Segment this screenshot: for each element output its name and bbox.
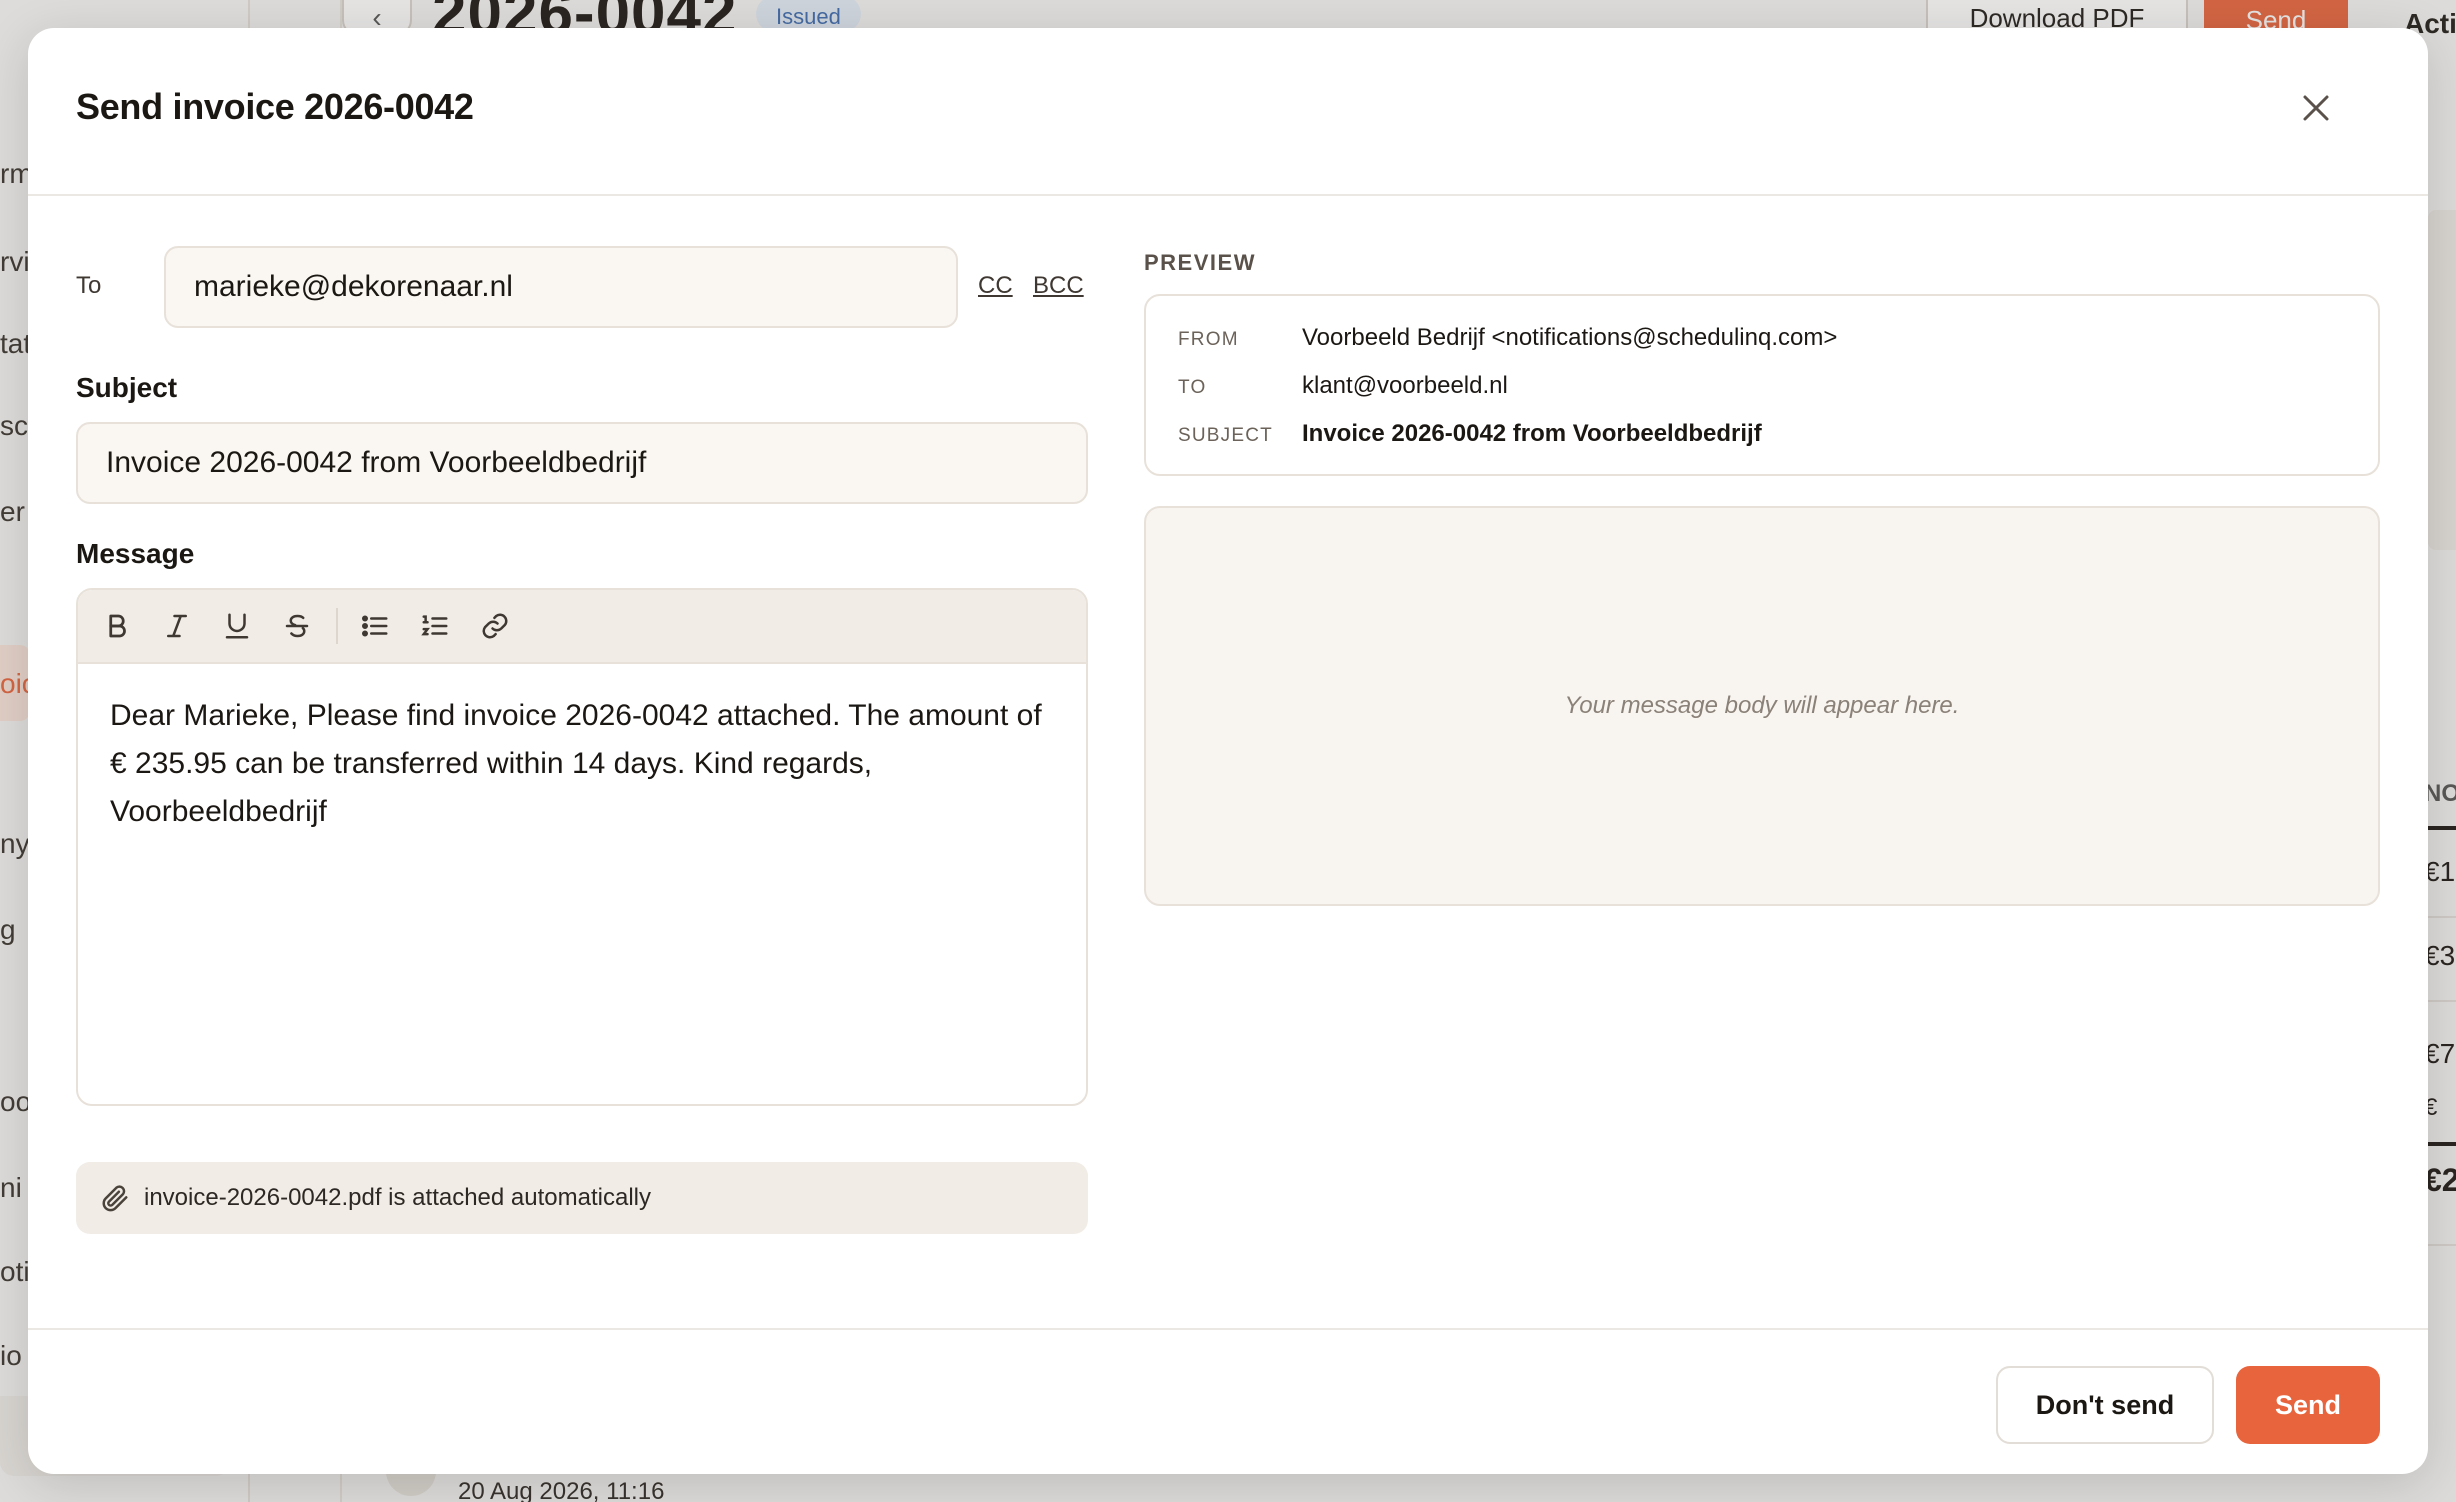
close-icon (2303, 95, 2329, 121)
preview-subject-value: Invoice 2026-0042 from Voorbeeldbedrijf (1302, 420, 1762, 447)
attachment-text: invoice-2026-0042.pdf is attached automa… (144, 1184, 651, 1211)
send-invoice-modal: Send invoice 2026-0042 To CC BCC Subject… (28, 28, 2428, 1474)
close-button[interactable] (2288, 80, 2344, 136)
send-button[interactable]: Send (2236, 1366, 2380, 1444)
dont-send-button[interactable]: Don't send (1996, 1366, 2214, 1444)
bcc-link[interactable]: BCC (1033, 272, 1084, 300)
message-label: Message (76, 538, 195, 569)
preview-to-value: klant@voorbeeld.nl (1302, 372, 1508, 399)
preview-metadata: FROM Voorbeeld Bedrijf <notifications@sc… (1144, 294, 2380, 476)
bullet-list-icon (361, 615, 388, 637)
numbered-list-icon (421, 615, 448, 636)
message-body[interactable]: Dear Marieke, Please find invoice 2026-0… (78, 664, 1086, 1104)
toolbar-divider (336, 608, 338, 644)
editor-toolbar (78, 590, 1086, 664)
to-field[interactable] (164, 246, 958, 328)
bold-icon (109, 614, 126, 638)
preview-placeholder: Your message body will appear here. (1564, 692, 1960, 719)
subject-label: Subject (76, 372, 178, 403)
underline-icon (225, 613, 249, 639)
preview-heading: PREVIEW (1144, 250, 1256, 275)
paperclip-icon (102, 1185, 128, 1212)
italic-button[interactable] (152, 601, 202, 651)
modal-title: Send invoice 2026-0042 (76, 86, 474, 127)
cc-link[interactable]: CC (978, 272, 1013, 300)
bold-button[interactable] (92, 601, 142, 651)
strikethrough-button[interactable] (272, 601, 322, 651)
preview-body: Your message body will appear here. (1144, 506, 2380, 906)
modal-header: Send invoice 2026-0042 (28, 28, 2428, 196)
preview-to-key: TO (1178, 377, 1207, 398)
preview-from-value: Voorbeeld Bedrijf <notifications@schedul… (1302, 324, 1838, 351)
numbered-list-button[interactable] (410, 601, 460, 651)
underline-button[interactable] (212, 601, 262, 651)
bullet-list-button[interactable] (350, 601, 400, 651)
message-editor: Dear Marieke, Please find invoice 2026-0… (76, 588, 1088, 1106)
preview-from-row: FROM Voorbeeld Bedrijf <notifications@sc… (1178, 324, 1837, 352)
link-button[interactable] (470, 601, 520, 651)
preview-to-row: TO klant@voorbeeld.nl (1178, 372, 1508, 400)
italic-icon (167, 614, 187, 638)
to-label: To (76, 272, 102, 299)
strikethrough-icon (285, 614, 309, 638)
preview-subject-key: SUBJECT (1178, 425, 1273, 446)
modal-footer: Don't send Send (28, 1328, 2428, 1474)
preview-from-key: FROM (1178, 329, 1239, 350)
link-icon (482, 613, 508, 639)
attachment-notice: invoice-2026-0042.pdf is attached automa… (76, 1162, 1088, 1234)
subject-field[interactable] (76, 422, 1088, 504)
preview-subject-row: SUBJECT Invoice 2026-0042 from Voorbeeld… (1178, 420, 1762, 448)
